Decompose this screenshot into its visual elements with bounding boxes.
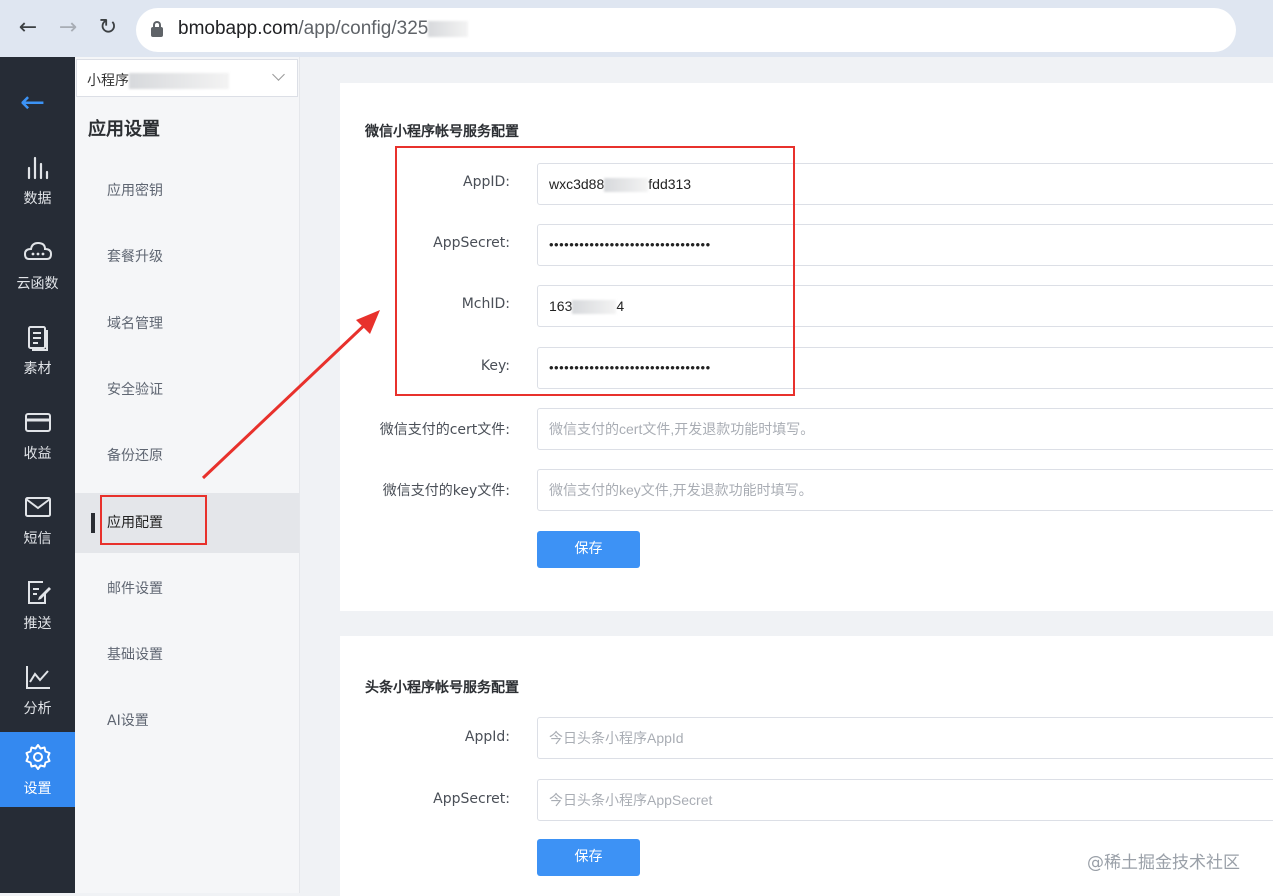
watermark: @稀土掘金技术社区 (1087, 853, 1240, 873)
annotation-arrow (201, 310, 380, 480)
